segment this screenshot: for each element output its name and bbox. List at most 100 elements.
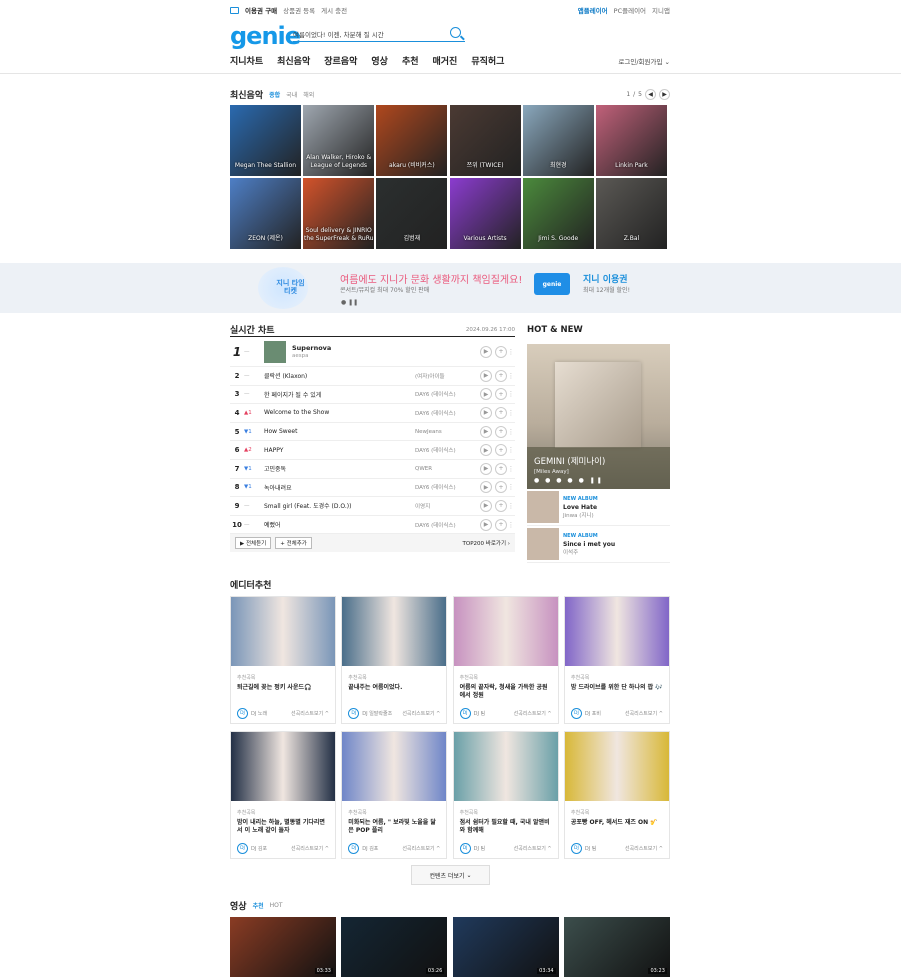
- song-artist[interactable]: QWER: [415, 466, 477, 472]
- add-icon[interactable]: +: [495, 388, 507, 401]
- prev-arrow-icon[interactable]: ◀: [645, 89, 656, 100]
- chart-row[interactable]: 7 ▼1 고민중독 QWER ▶ + ⋮: [230, 460, 515, 479]
- video-card[interactable]: 03:34: [452, 917, 559, 977]
- feature-pager[interactable]: ● ● ● ● ● ❚❚: [534, 477, 604, 484]
- song-title[interactable]: Supernova: [292, 344, 415, 352]
- song-title[interactable]: 녹아내려요: [264, 483, 415, 492]
- more-content-button[interactable]: 컨텐츠 더보기 ⌄: [411, 865, 490, 885]
- playlist-link[interactable]: 선곡리스트보기 ^: [291, 710, 329, 717]
- album-card[interactable]: 김범재: [376, 178, 448, 249]
- add-all-button[interactable]: + 전체추가: [275, 537, 312, 550]
- play-icon[interactable]: ▶: [480, 388, 492, 401]
- album-card[interactable]: Alan Walker, Hiroko & League of Legends: [303, 105, 375, 176]
- tab-foreign[interactable]: 해외: [303, 90, 314, 99]
- album-card[interactable]: 최현경: [522, 105, 594, 176]
- song-title[interactable]: Small girl (Feat. 도경수 (D.O.)): [264, 501, 415, 510]
- add-icon[interactable]: +: [495, 444, 507, 457]
- add-icon[interactable]: +: [495, 518, 507, 531]
- play-icon[interactable]: ▶: [480, 406, 492, 419]
- editor-card[interactable]: 추천곡목 여름의 끝자락, 청새을 가득한 공원에서 정원 DJ DJ 팀 선곡리스트보…: [452, 596, 559, 724]
- video-card[interactable]: 03:33: [230, 917, 336, 977]
- dj-name[interactable]: DJ 김포: [251, 845, 267, 852]
- nav-new-music[interactable]: 최신음악: [277, 54, 310, 67]
- song-title[interactable]: HAPPY: [264, 447, 415, 454]
- dj-name[interactable]: DJ 팀: [474, 710, 486, 717]
- editor-card[interactable]: 추천곡목 밤이 내리는 하늘, 별똥별 기다리면서 이 노래 같이 들자 DJ DJ …: [230, 731, 336, 859]
- song-artist[interactable]: DAY6 (데이식스): [415, 446, 477, 454]
- nav-music-hug[interactable]: 뮤직허그: [471, 54, 504, 67]
- album-card[interactable]: Soul delivery & JINRIO the SuperFreak & …: [303, 178, 375, 249]
- album-card[interactable]: Jimi S. Goode: [522, 178, 594, 249]
- album-card[interactable]: Linkin Park: [595, 105, 667, 176]
- song-artist[interactable]: 이영지: [415, 502, 477, 510]
- song-artist[interactable]: NewJeans: [415, 429, 477, 435]
- nav-genre[interactable]: 장르음악: [324, 54, 357, 67]
- song-artist[interactable]: DAY6 (데이식스): [415, 521, 477, 529]
- more-icon[interactable]: ⋮: [507, 409, 515, 417]
- charge-link[interactable]: 게시 충전: [321, 5, 347, 15]
- genie-app-link[interactable]: 지니앱: [652, 5, 670, 15]
- dj-name[interactable]: DJ 팀: [585, 845, 597, 852]
- more-icon[interactable]: ⋮: [507, 483, 515, 491]
- more-icon[interactable]: ⋮: [507, 372, 515, 380]
- more-icon[interactable]: ⋮: [507, 446, 515, 454]
- playlist-link[interactable]: 선곡리스트보기 ^: [514, 710, 552, 717]
- nav-recommend[interactable]: 추천: [402, 54, 419, 67]
- playlist-link[interactable]: 선곡리스트보기 ^: [625, 845, 663, 852]
- dj-name[interactable]: DJ 김포: [362, 845, 378, 852]
- add-icon[interactable]: +: [495, 462, 507, 475]
- play-icon[interactable]: ▶: [480, 481, 492, 494]
- tab-domestic[interactable]: 국내: [286, 90, 297, 99]
- playlist-link[interactable]: 선곡리스트보기 ^: [402, 710, 440, 717]
- song-title[interactable]: Welcome to the Show: [264, 409, 415, 416]
- editor-card[interactable]: 추천곡목 공포빵 OFF, 헤서드 재즈 ON 🎷 DJ DJ 팀 선곡리스트보기 ^: [563, 731, 670, 859]
- more-icon[interactable]: ⋮: [507, 348, 515, 356]
- chart-row[interactable]: 5 ▼1 How Sweet NewJeans ▶ + ⋮: [230, 423, 515, 442]
- more-icon[interactable]: ⋮: [507, 428, 515, 436]
- video-card[interactable]: 03:26: [341, 917, 448, 977]
- add-icon[interactable]: +: [495, 406, 507, 419]
- chart-row[interactable]: 3 — 한 페이지가 될 수 있게 DAY6 (데이식스) ▶ + ⋮: [230, 386, 515, 405]
- editor-card[interactable]: 추천곡목 미화되는 여름, " 보라빛 노을을 닮은 POP 플리 DJ DJ 김포 선…: [341, 731, 448, 859]
- hot-item[interactable]: NEW ALBUM Love Hate Jinwa (지니): [527, 489, 670, 526]
- chart-row[interactable]: 4 ▲1 Welcome to the Show DAY6 (데이식스) ▶ + ⋮: [230, 404, 515, 423]
- nav-video[interactable]: 영상: [371, 54, 388, 67]
- play-icon[interactable]: ▶: [480, 499, 492, 512]
- search-icon[interactable]: [450, 26, 461, 38]
- editor-card[interactable]: 추천곡목 밤 드라이브를 위한 단 하나의 팝 🎶 DJ DJ 포비 선곡리스트보기 ^: [563, 596, 670, 724]
- play-icon[interactable]: ▶: [480, 444, 492, 457]
- play-icon[interactable]: ▶: [480, 345, 492, 358]
- top200-link[interactable]: TOP200 바로가기 ›: [463, 539, 510, 547]
- login-link[interactable]: 로그인/회원가입 ⌄: [618, 56, 670, 66]
- song-title[interactable]: 클락션 (Klaxon): [264, 371, 415, 380]
- app-player-link[interactable]: 앱플레이어: [578, 5, 608, 15]
- playlist-link[interactable]: 선곡리스트보기 ^: [291, 845, 329, 852]
- banner-pause-icon[interactable]: ● ❚❚: [341, 299, 358, 306]
- chart-row[interactable]: 2 — 클락션 (Klaxon) (여자)아이들 ▶ + ⋮: [230, 367, 515, 386]
- song-artist[interactable]: (여자)아이들: [415, 372, 477, 380]
- song-title[interactable]: 예뻤어: [264, 520, 415, 529]
- song-artist[interactable]: DAY6 (데이식스): [415, 483, 477, 491]
- add-icon[interactable]: +: [495, 345, 507, 358]
- buy-link[interactable]: 이용권 구매: [245, 5, 277, 15]
- album-card[interactable]: 쯔위 (TWICE): [449, 105, 521, 176]
- add-icon[interactable]: +: [495, 369, 507, 382]
- dj-name[interactable]: DJ 팀: [474, 845, 486, 852]
- play-icon[interactable]: ▶: [480, 425, 492, 438]
- tab-all[interactable]: 종합: [269, 90, 280, 99]
- song-title[interactable]: 한 페이지가 될 수 있게: [264, 390, 415, 399]
- chart-row[interactable]: 9 — Small girl (Feat. 도경수 (D.O.)) 이영지 ▶ + ⋮: [230, 497, 515, 516]
- add-icon[interactable]: +: [495, 481, 507, 494]
- nav-chart[interactable]: 지니차트: [230, 54, 263, 67]
- listen-all-button[interactable]: ▶ 전체듣기: [235, 537, 272, 550]
- next-arrow-icon[interactable]: ▶: [659, 89, 670, 100]
- song-artist[interactable]: DAY6 (데이식스): [415, 390, 477, 398]
- chart-row[interactable]: 1— Supernova aespa ▶ + ⋮: [230, 337, 515, 367]
- more-icon[interactable]: ⋮: [507, 521, 515, 529]
- song-title[interactable]: How Sweet: [264, 428, 415, 435]
- search-input[interactable]: 여름이었다! 이젠, 차분해 질 시간: [293, 29, 384, 39]
- pc-player-link[interactable]: PC플레이어: [614, 5, 646, 15]
- editor-card[interactable]: 추천곡목 점서 쉼터가 필요할 때, 국내 알앤비와 함께해 DJ DJ 팀 선곡리스트…: [452, 731, 559, 859]
- album-card[interactable]: Various Artists: [449, 178, 521, 249]
- play-icon[interactable]: ▶: [480, 462, 492, 475]
